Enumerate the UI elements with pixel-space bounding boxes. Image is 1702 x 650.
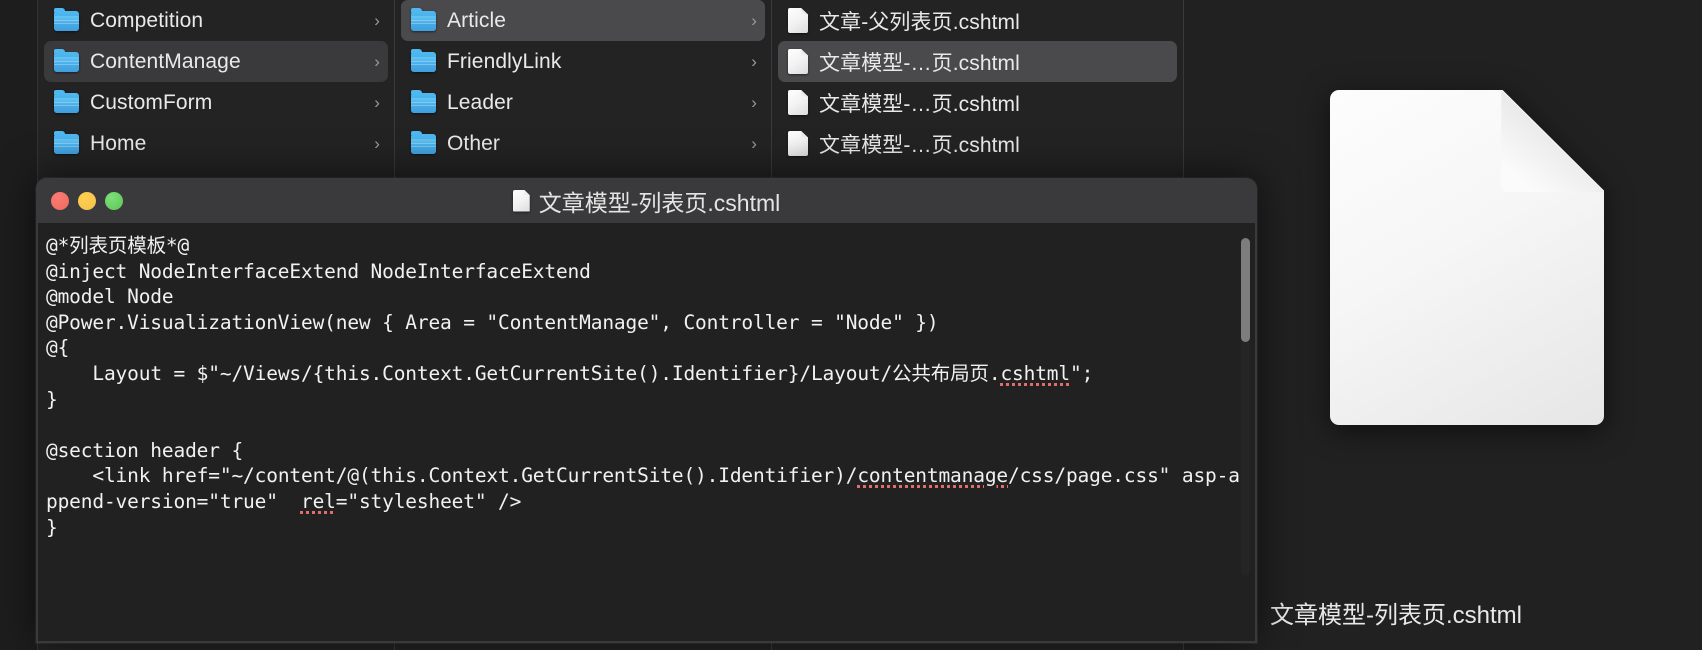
finder-row-label: 文章模型-…页.cshtml: [819, 133, 1020, 157]
minimize-button[interactable]: [78, 191, 96, 210]
misspelled-word: contentmanage: [857, 464, 1008, 488]
folder-icon: [411, 8, 436, 31]
document-icon: [788, 131, 808, 156]
finder-row[interactable]: Article ›: [401, 0, 765, 41]
finder-row[interactable]: FriendlyLink ›: [401, 41, 765, 82]
chevron-right-icon: ›: [751, 93, 757, 112]
finder-row[interactable]: 文章模型-…页.cshtml: [778, 41, 1177, 82]
zoom-button[interactable]: [105, 191, 123, 210]
finder-row[interactable]: CustomForm ›: [44, 82, 388, 123]
chevron-right-icon: ›: [374, 134, 380, 153]
finder-row[interactable]: 文章-父列表页.cshtml: [778, 0, 1177, 41]
folder-icon: [411, 131, 436, 154]
folder-icon: [411, 90, 436, 113]
finder-row-label: 文章模型-…页.cshtml: [819, 92, 1020, 116]
window-titlebar[interactable]: 文章模型-列表页.cshtml: [36, 178, 1257, 224]
finder-row-label: Other: [447, 131, 501, 155]
finder-row-label: Leader: [447, 90, 513, 114]
chevron-right-icon: ›: [374, 93, 380, 112]
misspelled-word: rel: [300, 489, 336, 513]
column-rows-controllers: Article › FriendlyLink › Leader › Other ›: [395, 0, 771, 164]
finder-row-label: Article: [447, 8, 507, 32]
window-right-border: [1255, 223, 1257, 643]
chevron-right-icon: ›: [751, 11, 757, 30]
chevron-right-icon: ›: [374, 52, 380, 71]
window-left-border: [36, 223, 38, 643]
code-content: @*列表页模板*@ @inject NodeInterfaceExtend No…: [46, 234, 1240, 539]
vertical-scrollbar-thumb[interactable]: [1241, 238, 1250, 342]
finder-row[interactable]: Other ›: [401, 123, 765, 164]
traffic-light-group[interactable]: [51, 191, 123, 210]
window-title-text: 文章模型-列表页.cshtml: [538, 189, 781, 216]
document-icon: [788, 8, 808, 33]
preview-document-icon: [1330, 90, 1604, 425]
document-icon: [512, 189, 530, 212]
column-rows-files: 文章-父列表页.cshtml 文章模型-…页.cshtml 文章模型-…页.csht…: [772, 0, 1183, 164]
code-viewer[interactable]: @*列表页模板*@ @inject NodeInterfaceExtend No…: [36, 223, 1257, 643]
finder-row[interactable]: Leader ›: [401, 82, 765, 123]
vertical-scrollbar[interactable]: [1241, 238, 1250, 576]
finder-row-label: FriendlyLink: [447, 49, 562, 73]
finder-column-gutter: [0, 0, 38, 650]
folder-icon: [54, 90, 79, 113]
finder-row[interactable]: ContentManage ›: [44, 41, 388, 82]
column-rows-areas: Competition › ContentManage › CustomForm › Hom…: [38, 0, 394, 164]
document-icon: [788, 90, 808, 115]
finder-row-label: ContentManage: [90, 49, 241, 73]
finder-row[interactable]: Competition ›: [44, 0, 388, 41]
close-button[interactable]: [51, 191, 69, 210]
misspelled-word: cshtml: [1000, 361, 1070, 385]
folder-icon: [54, 8, 79, 31]
window-title: 文章模型-列表页.cshtml: [36, 184, 1257, 218]
finder-row[interactable]: 文章模型-…页.cshtml: [778, 82, 1177, 123]
folder-icon: [54, 49, 79, 72]
finder-row-label: Home: [90, 131, 147, 155]
chevron-right-icon: ›: [751, 52, 757, 71]
window-bottom-border: [36, 641, 1257, 643]
finder-row-label: 文章模型-…页.cshtml: [819, 51, 1020, 75]
document-icon: [788, 49, 808, 74]
finder-row[interactable]: 文章模型-…页.cshtml: [778, 123, 1177, 164]
preview-filename-label: 文章模型-列表页.cshtml: [1270, 602, 1522, 629]
finder-row[interactable]: Home ›: [44, 123, 388, 164]
folder-icon: [411, 49, 436, 72]
chevron-right-icon: ›: [751, 134, 757, 153]
folder-icon: [54, 131, 79, 154]
quicklook-window[interactable]: 文章模型-列表页.cshtml @*列表页模板*@ @inject NodeIn…: [36, 178, 1257, 643]
chevron-right-icon: ›: [374, 11, 380, 30]
preview-document-page: [1330, 90, 1604, 425]
finder-row-label: Competition: [90, 8, 204, 32]
finder-row-label: 文章-父列表页.cshtml: [819, 10, 1020, 34]
finder-row-label: CustomForm: [90, 90, 213, 114]
